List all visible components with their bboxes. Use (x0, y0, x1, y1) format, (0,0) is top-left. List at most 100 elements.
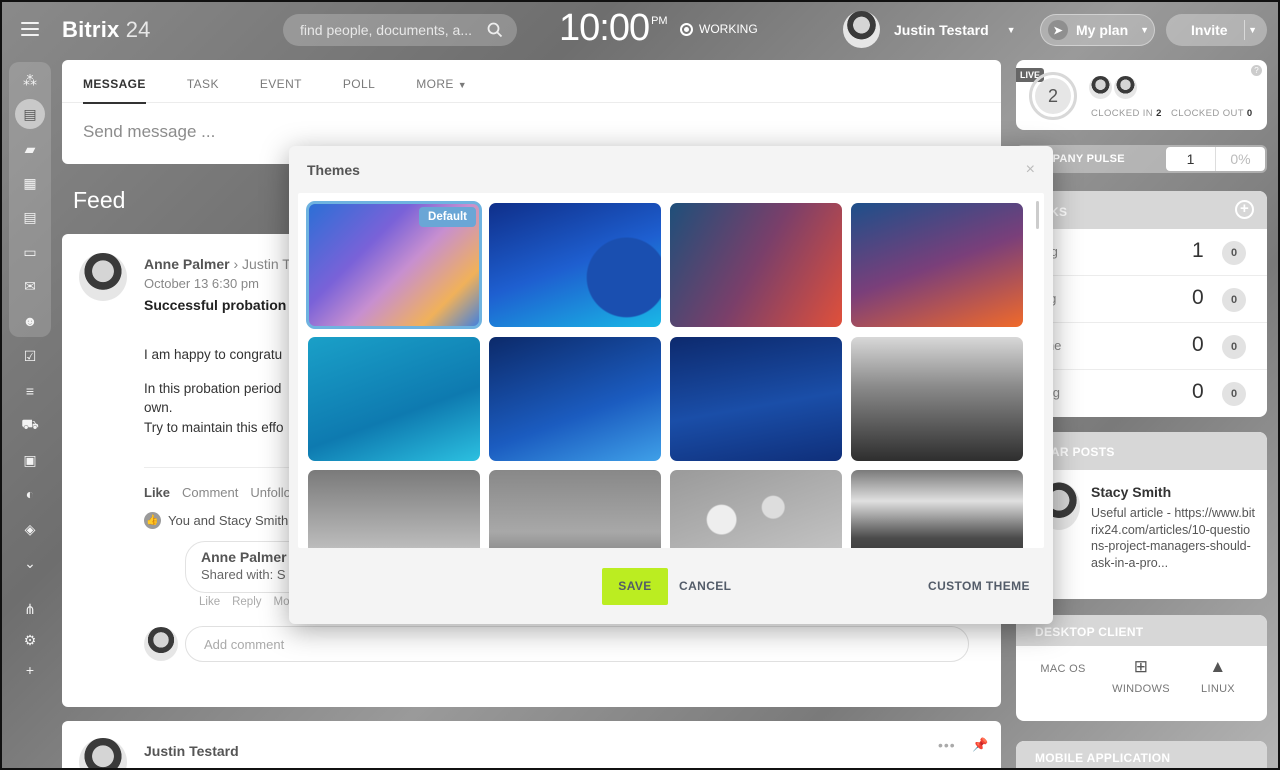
author-avatar[interactable] (79, 253, 127, 301)
timeman-widget: LIVE 2 CLOCKED IN 2 CLOCKED OUT 0 ? (1016, 60, 1267, 130)
more-icon[interactable]: ⌄ (16, 549, 44, 577)
theme-tile[interactable] (489, 470, 661, 548)
theme-tile[interactable] (308, 470, 480, 548)
theme-grid: Default (298, 193, 1044, 548)
theme-tile[interactable] (308, 337, 480, 461)
post-author[interactable]: Justin Testard (144, 743, 239, 759)
clock[interactable]: 10:00 PM (559, 7, 668, 50)
chevron-down-icon: ▼ (1140, 25, 1150, 35)
pulse-values: 1 0% (1166, 147, 1265, 171)
post-date[interactable]: October 13 6:30 pm (144, 276, 259, 291)
feed-icon[interactable]: ▤ (15, 99, 45, 129)
popular-text[interactable]: Useful article - https://www.bitrix24.co… (1091, 505, 1256, 571)
contact-icon[interactable]: ▣ (16, 446, 44, 474)
popular-posts-widget: PULAR POSTS Stacy Smith Useful article -… (1016, 432, 1267, 599)
task-row[interactable]: owing00 (1016, 370, 1267, 417)
tab-message[interactable]: MESSAGE (83, 60, 146, 104)
scrollbar[interactable] (1036, 201, 1039, 229)
theme-tile[interactable]: Default (306, 201, 482, 329)
theme-tile[interactable] (851, 470, 1023, 548)
tab-task[interactable]: TASK (187, 60, 219, 103)
task-row[interactable]: isting00 (1016, 276, 1267, 323)
tab-poll[interactable]: POLL (343, 60, 375, 103)
more-icon[interactable]: ••• (938, 737, 956, 753)
user-menu[interactable]: Justin Testard ▼ (843, 11, 1016, 48)
theme-tile[interactable] (489, 337, 661, 461)
menu-icon[interactable] (21, 22, 39, 36)
theme-tile[interactable] (670, 337, 842, 461)
comment-like[interactable]: Like (199, 596, 220, 608)
composer-tabs: MESSAGE TASK EVENT POLL MORE ▼ (62, 60, 1001, 104)
employees-icon[interactable]: ☻ (16, 307, 44, 335)
tasks-header: TASKS+ (1016, 191, 1267, 229)
my-plan-button[interactable]: ➤ My plan ▼ (1040, 14, 1155, 46)
search-icon[interactable] (487, 22, 503, 38)
page-title: Feed (73, 187, 126, 213)
message-input[interactable]: Send message ... (62, 103, 1001, 142)
status-icon (680, 22, 693, 36)
tab-event[interactable]: EVENT (260, 60, 302, 103)
user-name: Justin Testard (894, 21, 989, 38)
add-comment-input[interactable]: Add comment (185, 626, 969, 662)
windows-link[interactable]: ⊞ WINDOWS (1111, 657, 1171, 695)
task-row[interactable]: going10 (1016, 229, 1267, 276)
drive-icon[interactable]: ▭ (16, 238, 44, 266)
likes-summary[interactable]: 👍 You and Stacy Smith (144, 512, 288, 529)
post-author[interactable]: Anne Palmer › Justin T (144, 256, 291, 272)
pulse-value: 1 (1186, 151, 1195, 167)
author-avatar[interactable] (79, 738, 127, 770)
theme-tile[interactable] (670, 203, 842, 327)
theme-tile[interactable] (851, 337, 1023, 461)
box-icon[interactable]: ◈ (16, 515, 44, 543)
plus-icon[interactable]: + (16, 656, 44, 684)
calendar-icon[interactable]: ▦ (16, 169, 44, 197)
dialog-title: Themes (307, 162, 360, 178)
tab-more[interactable]: MORE ▼ (416, 60, 467, 103)
clocked-count[interactable]: 2 (1029, 72, 1077, 120)
macos-link[interactable]: MAC OS (1033, 657, 1093, 675)
custom-theme-button[interactable]: CUSTOM THEME (928, 579, 1030, 593)
popular-author[interactable]: Stacy Smith (1091, 484, 1171, 500)
like-button[interactable]: Like (144, 485, 170, 500)
save-button[interactable]: SAVE (602, 568, 668, 605)
work-status[interactable]: WORKING (680, 22, 758, 36)
desktop-client-widget: DESKTOP CLIENT MAC OS ⊞ WINDOWS ▲ LINUX (1016, 615, 1267, 721)
tasks-icon[interactable]: ☑ (16, 342, 44, 370)
unfollow-button[interactable]: Unfollo (250, 485, 290, 500)
avatar (1114, 76, 1137, 99)
crm-icon[interactable]: ≡ (16, 377, 44, 405)
avatar (144, 627, 178, 661)
structure-icon[interactable]: ⋔ (16, 595, 44, 623)
theme-tile[interactable] (670, 470, 842, 548)
gear-icon[interactable]: ⚙ (16, 626, 44, 654)
logo[interactable]: Bitrix 24 (62, 17, 151, 43)
linux-link[interactable]: ▲ LINUX (1188, 657, 1248, 695)
chevron-down-icon[interactable]: ▼ (1248, 25, 1257, 35)
comment-button[interactable]: Comment (182, 485, 238, 500)
invite-button[interactable]: Invite ▼ (1166, 14, 1267, 46)
pin-icon[interactable]: 📌 (972, 737, 988, 753)
search-input[interactable]: find people, documents, a... (283, 14, 517, 46)
comment-reply[interactable]: Reply (232, 596, 261, 608)
cancel-button[interactable]: CANCEL (679, 579, 731, 593)
mobile-app-widget: MOBILE APPLICATION (1016, 741, 1267, 770)
help-icon[interactable]: ? (1251, 65, 1262, 76)
task-row[interactable]: by me00 (1016, 323, 1267, 370)
pulse-percent: 0% (1215, 147, 1265, 171)
chat-icon[interactable]: ▰ (16, 135, 44, 163)
document-icon[interactable]: ▤ (16, 203, 44, 231)
close-icon[interactable]: × (1026, 161, 1035, 179)
company-pulse[interactable]: COMPANY PULSE 1 0% (1016, 145, 1267, 173)
theme-tile[interactable] (851, 203, 1023, 327)
mail-icon[interactable]: ✉ (16, 272, 44, 300)
add-task-icon[interactable]: + (1235, 200, 1254, 219)
robot-icon[interactable]: ◐ (16, 480, 44, 508)
sites-icon[interactable]: ⁂ (16, 66, 44, 94)
windows-icon: ⊞ (1133, 657, 1149, 676)
chevron-down-icon: ▼ (457, 80, 468, 90)
comment-more[interactable]: Mo (274, 596, 290, 608)
avatar (843, 11, 880, 48)
theme-tile[interactable] (489, 203, 661, 327)
shop-icon[interactable]: ⛟ (16, 411, 44, 439)
employee-avatars[interactable] (1089, 76, 1137, 99)
